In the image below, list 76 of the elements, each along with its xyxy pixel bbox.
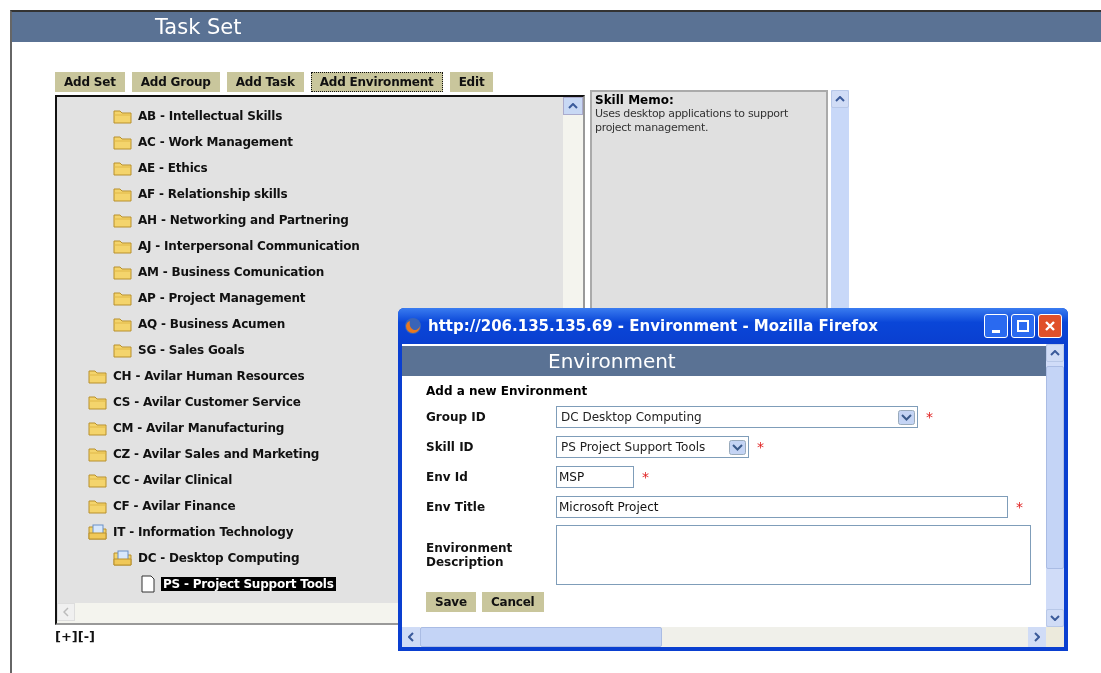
tree-item[interactable]: CM - Avilar Manufacturing	[111, 421, 287, 435]
toolbar-button[interactable]: Add Set	[55, 72, 125, 92]
tree-item[interactable]: AB - Intellectual Skills	[136, 109, 285, 123]
textarea-field[interactable]	[556, 525, 1031, 585]
tree-item[interactable]: AH - Networking and Partnering	[136, 213, 351, 227]
field-label: Skill ID	[426, 440, 475, 454]
maximize-button[interactable]	[1011, 314, 1035, 338]
form-button[interactable]: Cancel	[481, 592, 544, 612]
close-icon	[1044, 320, 1056, 332]
form-button[interactable]: Save	[426, 592, 476, 612]
required-mark: *	[1016, 499, 1023, 515]
close-button[interactable]	[1038, 314, 1062, 338]
select-field[interactable]: PS Project Support Tools	[556, 436, 749, 458]
tree-item[interactable]: AM - Business Comunication	[136, 265, 327, 279]
tree-control-link[interactable]: [-]	[77, 629, 96, 644]
tree-item[interactable]: CH - Avilar Human Resources	[111, 369, 307, 383]
chevron-down-icon	[1050, 615, 1060, 621]
scroll-thumb[interactable]	[1046, 366, 1064, 569]
memo-heading: Skill Memo:	[595, 93, 675, 107]
scroll-down-button[interactable]	[1046, 609, 1064, 627]
chevron-up-icon	[568, 103, 578, 109]
tree-item[interactable]: AJ - Interpersonal Communication	[136, 239, 362, 253]
dialog-title: Environment	[548, 349, 676, 373]
scroll-up-button[interactable]	[831, 90, 849, 108]
field-label: Environment Description	[426, 541, 514, 569]
chevron-up-icon	[835, 96, 845, 102]
required-mark: *	[642, 469, 649, 485]
required-mark: *	[757, 439, 764, 455]
tree-item[interactable]: IT - Information Technology	[111, 525, 296, 539]
required-mark: *	[926, 409, 933, 425]
tree-item[interactable]: CS - Avilar Customer Service	[111, 395, 303, 409]
chevron-left-icon	[408, 632, 414, 642]
tree-item[interactable]: CC - Avilar Clinical	[111, 473, 235, 487]
scroll-right-button[interactable]	[1028, 627, 1046, 647]
toolbar-button[interactable]: Add Environment	[310, 72, 443, 92]
text-field[interactable]: MSP	[556, 466, 634, 488]
chevron-right-icon	[1034, 632, 1040, 642]
toolbar-button[interactable]: Add Task	[226, 72, 304, 92]
tree-item[interactable]: CF - Avilar Finance	[111, 499, 238, 513]
horizontal-scrollbar[interactable]	[402, 627, 1064, 647]
scroll-left-button[interactable]	[402, 627, 420, 647]
tree-item[interactable]: AE - Ethics	[136, 161, 210, 175]
maximize-icon	[1017, 320, 1029, 332]
tree-control-link[interactable]: [+]	[55, 629, 78, 644]
form-title: Add a new Environment	[426, 384, 589, 398]
field-label: Group ID	[426, 410, 487, 424]
tree-item[interactable]: AP - Project Management	[136, 291, 308, 305]
tree-item[interactable]: PS - Project Support Tools	[161, 577, 336, 591]
dropdown-icon	[898, 409, 915, 425]
document-icon	[138, 575, 158, 593]
scroll-up-button[interactable]	[1046, 344, 1064, 362]
tree-item[interactable]: AQ - Business Acumen	[136, 317, 288, 331]
toolbar-button[interactable]: Add Group	[131, 72, 220, 92]
tree-item[interactable]: AF - Relationship skills	[136, 187, 290, 201]
scrollbar-corner	[1046, 627, 1064, 647]
tree-item[interactable]: CZ - Avilar Sales and Marketing	[111, 447, 322, 461]
tree-item[interactable]: DC - Desktop Computing	[136, 551, 302, 565]
minimize-button[interactable]	[984, 314, 1008, 338]
memo-text: Uses desktop applications to support project management.	[595, 107, 790, 135]
tree-item[interactable]: AC - Work Management	[136, 135, 295, 149]
page-title: Task Set	[155, 15, 242, 39]
toolbar-button[interactable]: Edit	[449, 72, 494, 92]
scroll-up-button[interactable]	[563, 97, 583, 115]
field-label: Env Id	[426, 470, 469, 484]
window-title: http://206.135.135.69 - Environment - Mozilla Firefox	[428, 317, 879, 335]
vertical-scrollbar[interactable]	[1046, 344, 1064, 627]
chevron-up-icon	[1050, 350, 1060, 356]
dropdown-icon	[729, 439, 746, 455]
tree-item[interactable]: SG - Sales Goals	[136, 343, 247, 357]
field-label: Env Title	[426, 500, 487, 514]
scroll-thumb[interactable]	[420, 627, 662, 647]
browser-logo-icon	[404, 317, 422, 335]
chevron-left-icon	[63, 607, 69, 617]
minimize-icon	[992, 329, 1000, 333]
select-field[interactable]: DC Desktop Computing	[556, 406, 918, 428]
text-field[interactable]: Microsoft Project	[556, 496, 1008, 518]
